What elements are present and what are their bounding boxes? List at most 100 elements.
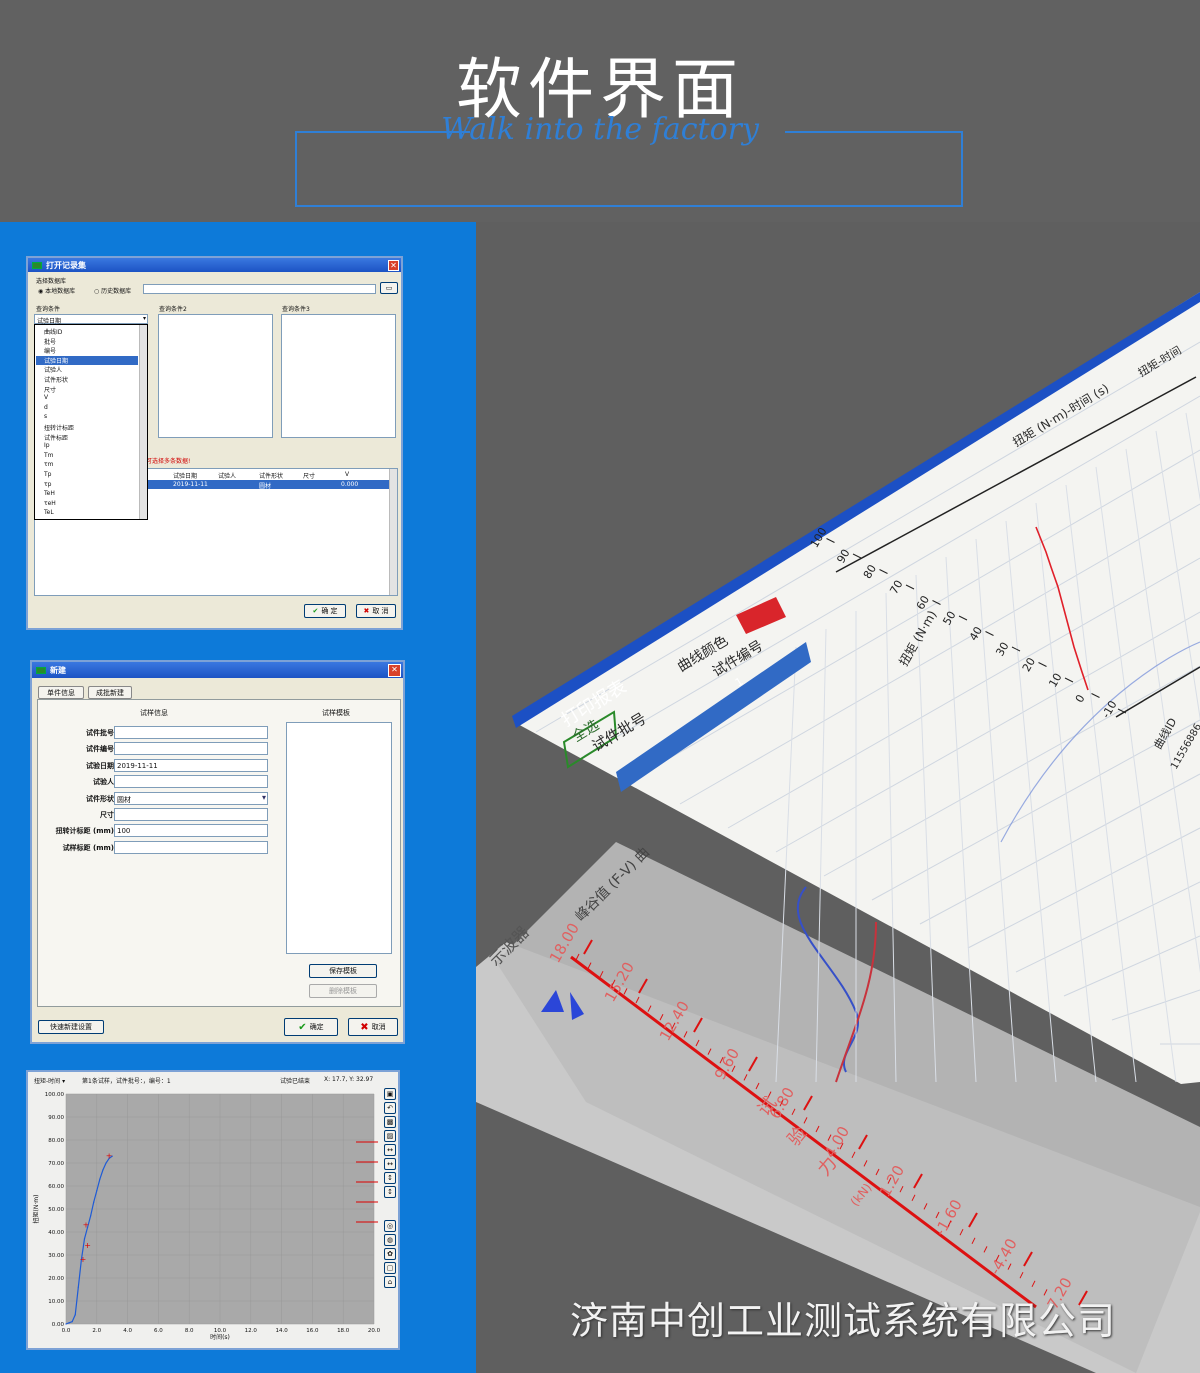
delete-template-button[interactable]: 删除模板	[309, 984, 377, 998]
zoom-x-icon[interactable]: ↔	[384, 1144, 396, 1156]
list-item[interactable]: 曲线ID	[36, 327, 138, 336]
field-label: 试样标距 (mm)	[62, 843, 114, 852]
legend-icon[interactable]: ✿	[384, 1248, 396, 1260]
list-item[interactable]: d	[36, 404, 138, 411]
list-item[interactable]: 编号	[36, 346, 138, 355]
table-row[interactable]: 2019-11-11 圆材 0.000	[145, 480, 389, 490]
list-item[interactable]: TeL	[36, 509, 138, 516]
x-tick-label: 0.0	[62, 1328, 71, 1334]
list-item[interactable]: V	[36, 394, 138, 401]
company-name: 济南中创工业测试系统有限公司	[570, 1299, 1117, 1343]
tab-single[interactable]: 单件信息	[38, 686, 84, 699]
list-item[interactable]: 试验日期	[36, 355, 138, 365]
zoom-box-icon[interactable]: ▩	[384, 1116, 396, 1128]
radio-history[interactable]: ○ 历史数据库	[94, 286, 131, 295]
home-icon[interactable]: ⌂	[384, 1276, 396, 1288]
list-item[interactable]: TeH	[36, 490, 138, 497]
list-item[interactable]: 尺寸	[36, 385, 138, 394]
field-input[interactable]	[114, 840, 268, 854]
cancel-button[interactable]: ✖ 取消	[348, 1018, 398, 1036]
x-tick-label: 20.0	[368, 1328, 381, 1334]
db-group-label: 选择数据库	[36, 278, 67, 285]
zoom-y-icon[interactable]: ↕	[384, 1172, 396, 1184]
perspective-area: 18.00 15.20 12.40 9.60 6.80 4.00 1.20 -1.60 -4.4…	[476, 222, 1200, 1373]
screenshot-panel: 打开记录集 ✕ 选择数据库 ◉ 本地数据库 ○ 历史数据库 ▭ 查询条件 查询条…	[0, 222, 476, 1373]
cond1-combo[interactable]: 试验日期 ▾	[34, 314, 148, 325]
field-label: 试件编号	[86, 745, 114, 754]
save-template-label: 保存模板	[329, 967, 357, 975]
list-item[interactable]: 批号	[36, 337, 138, 346]
pan-x-icon[interactable]: ↔	[384, 1158, 396, 1170]
field-input[interactable]	[114, 742, 268, 756]
cell-date: 2019-11-11	[173, 481, 208, 488]
cancel-button[interactable]: ✖ 取 消	[356, 604, 396, 618]
x-icon: ✖	[363, 607, 370, 615]
list-item[interactable]: 扭转计标距	[36, 423, 138, 432]
cond2-list[interactable]	[158, 314, 273, 438]
snapshot-icon[interactable]: ◎	[384, 1220, 396, 1232]
close-icon[interactable]: ✕	[388, 664, 401, 677]
data-point	[65, 1323, 67, 1325]
ok-button[interactable]: ✔ 确 定	[304, 604, 346, 618]
torque-time-chart[interactable]: 0.0010.0020.0030.0040.0050.0060.0070.008…	[28, 1086, 384, 1348]
pan-y-icon[interactable]: ↕	[384, 1186, 396, 1198]
tab-torque-time[interactable]: 扭矩-时间 ▾	[34, 1076, 65, 1085]
list-item[interactable]: τm	[36, 461, 138, 468]
cond3-list[interactable]	[281, 314, 396, 438]
table-scrollbar[interactable]	[389, 469, 397, 595]
chevron-down-icon: ▾	[142, 315, 146, 322]
field-label: 尺寸	[100, 811, 114, 819]
quick-settings-button[interactable]: 快速新建设置	[38, 1020, 104, 1034]
tab-batch[interactable]: 成批新建	[88, 686, 132, 699]
list-item[interactable]: 试件标距	[36, 433, 138, 442]
app-icon	[32, 261, 42, 269]
db-path-input[interactable]	[143, 284, 376, 294]
y-axis-label: 扭矩(N·m)	[32, 1195, 40, 1224]
field-input[interactable]: 100	[114, 824, 268, 838]
template-list[interactable]	[286, 722, 392, 954]
y-tick-label: 70.00	[48, 1161, 64, 1167]
y-tick-label: 10.00	[48, 1299, 64, 1305]
folder-icon[interactable]: ▭	[380, 282, 398, 294]
x-tick-label: 18.0	[337, 1328, 350, 1334]
field-input[interactable]	[114, 775, 268, 789]
dropdown-scrollbar[interactable]	[139, 325, 147, 519]
zoom-fit-icon[interactable]: ▨	[384, 1130, 396, 1142]
list-item[interactable]: Tm	[36, 452, 138, 459]
field-label: 试件形状	[86, 794, 114, 803]
app-icon	[36, 666, 46, 674]
group-info-label: 试样信息	[140, 709, 168, 717]
list-item[interactable]: 试件形状	[36, 375, 138, 384]
radio-local[interactable]: ◉ 本地数据库	[38, 286, 75, 295]
undo-icon[interactable]: ↶	[384, 1102, 396, 1114]
field-value: 100	[117, 827, 131, 836]
x-tick-label: 6.0	[154, 1328, 163, 1334]
list-item[interactable]: τp	[36, 481, 138, 488]
field-input[interactable]	[114, 726, 268, 739]
list-item[interactable]: 试验人	[36, 365, 138, 374]
field-input[interactable]: 2019-11-11	[114, 758, 268, 772]
list-item[interactable]: Ip	[36, 442, 138, 449]
condition-dropdown[interactable]: 曲线ID 批号 编号 试验日期 试验人 试件形状 尺寸 Vd s 扭转计标距 试件标距 Ip Tm τm T…	[34, 324, 148, 520]
data-point	[96, 1190, 98, 1192]
quick-settings-label: 快速新建设置	[50, 1023, 92, 1031]
field-input[interactable]: 圆材 ▾	[114, 791, 268, 805]
export-icon[interactable]: ▢	[384, 1262, 396, 1274]
delete-template-label: 删除模板	[329, 987, 357, 995]
cell-v: 0.000	[341, 481, 359, 488]
data-point	[90, 1215, 92, 1217]
data-point	[102, 1169, 104, 1171]
close-icon[interactable]: ✕	[388, 260, 399, 271]
ok-button[interactable]: ✔ 确定	[284, 1018, 338, 1036]
list-item[interactable]: Tp	[36, 471, 138, 478]
new-dialog: 新建 ✕ 单件信息 成批新建 试样信息 试样模板 试件批号 试件编号 试验日期 201…	[30, 660, 405, 1044]
x-tick-label: 2.0	[92, 1328, 101, 1334]
list-item[interactable]: s	[36, 413, 138, 420]
tab-label: 扭矩-时间	[34, 1078, 61, 1085]
open-record-dialog: 打开记录集 ✕ 选择数据库 ◉ 本地数据库 ○ 历史数据库 ▭ 查询条件 查询条…	[26, 256, 403, 630]
marker-icon[interactable]: ◍	[384, 1234, 396, 1246]
field-input[interactable]	[114, 808, 268, 821]
grid-icon[interactable]: ▣	[384, 1088, 396, 1100]
save-template-button[interactable]: 保存模板	[309, 964, 377, 978]
list-item[interactable]: τeH	[36, 500, 138, 507]
